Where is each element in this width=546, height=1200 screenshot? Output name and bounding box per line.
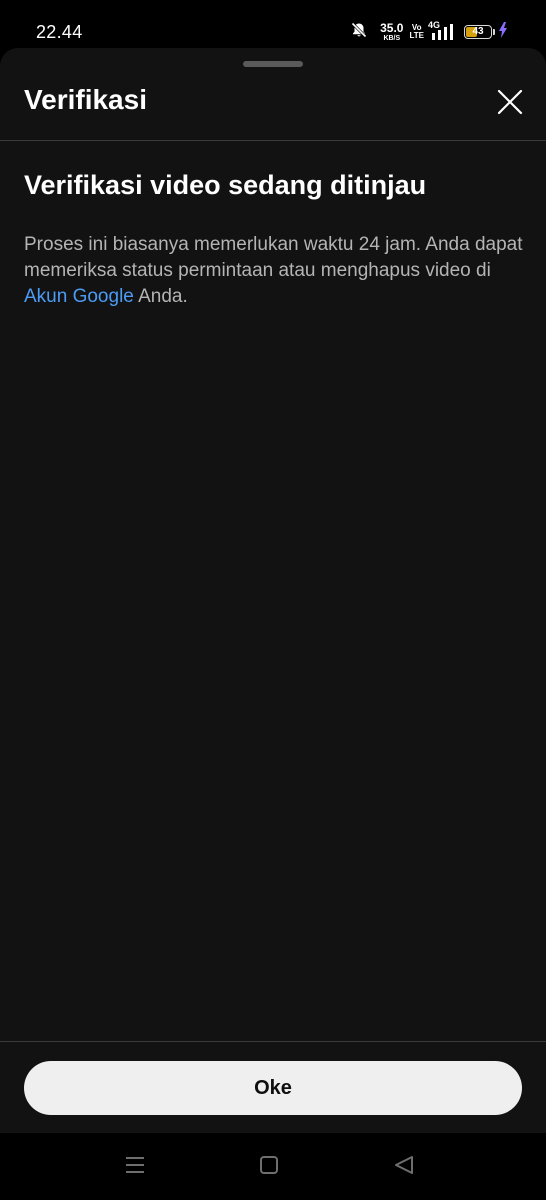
volte-indicator: Vo LTE <box>409 24 424 40</box>
ok-button[interactable]: Oke <box>24 1061 522 1115</box>
navigation-bar <box>0 1133 546 1200</box>
close-button[interactable] <box>490 84 530 124</box>
verification-sheet: Verifikasi Verifikasi video sedang ditin… <box>0 48 546 1133</box>
back-button[interactable] <box>390 1153 418 1181</box>
recent-apps-button[interactable] <box>121 1153 149 1181</box>
header-divider <box>0 140 546 141</box>
status-icons: 35.0 KB/S Vo LTE 4G 43 <box>350 20 508 44</box>
battery-icon: 43 <box>464 25 495 39</box>
battery-level: 43 <box>472 26 484 37</box>
footer-divider <box>0 1041 546 1042</box>
close-icon <box>497 89 523 120</box>
network-speed-value: 35.0 <box>380 21 404 35</box>
drag-handle[interactable] <box>243 61 303 67</box>
charging-bolt-icon <box>498 21 508 43</box>
back-icon <box>393 1154 415 1181</box>
mute-bell-icon <box>350 21 368 44</box>
volte-bottom: LTE <box>409 31 424 40</box>
network-speed: 35.0 KB/S <box>380 22 403 42</box>
home-icon <box>258 1154 280 1181</box>
network-type: 4G <box>428 20 441 30</box>
signal-icon: 4G <box>428 20 454 41</box>
sheet-title: Verifikasi <box>24 84 147 115</box>
description-text-end: Anda. <box>133 286 188 307</box>
description-text-start: Proses ini biasanya memerlukan waktu 24 … <box>24 234 523 281</box>
network-speed-unit: KB/S <box>383 35 401 42</box>
home-button[interactable] <box>255 1153 283 1181</box>
review-heading: Verifikasi video sedang ditinjau <box>24 170 427 200</box>
status-time: 22.44 <box>36 22 83 42</box>
google-account-link[interactable]: Akun Google <box>24 286 134 307</box>
menu-icon <box>124 1155 146 1180</box>
review-description: Proses ini biasanya memerlukan waktu 24 … <box>24 232 524 310</box>
